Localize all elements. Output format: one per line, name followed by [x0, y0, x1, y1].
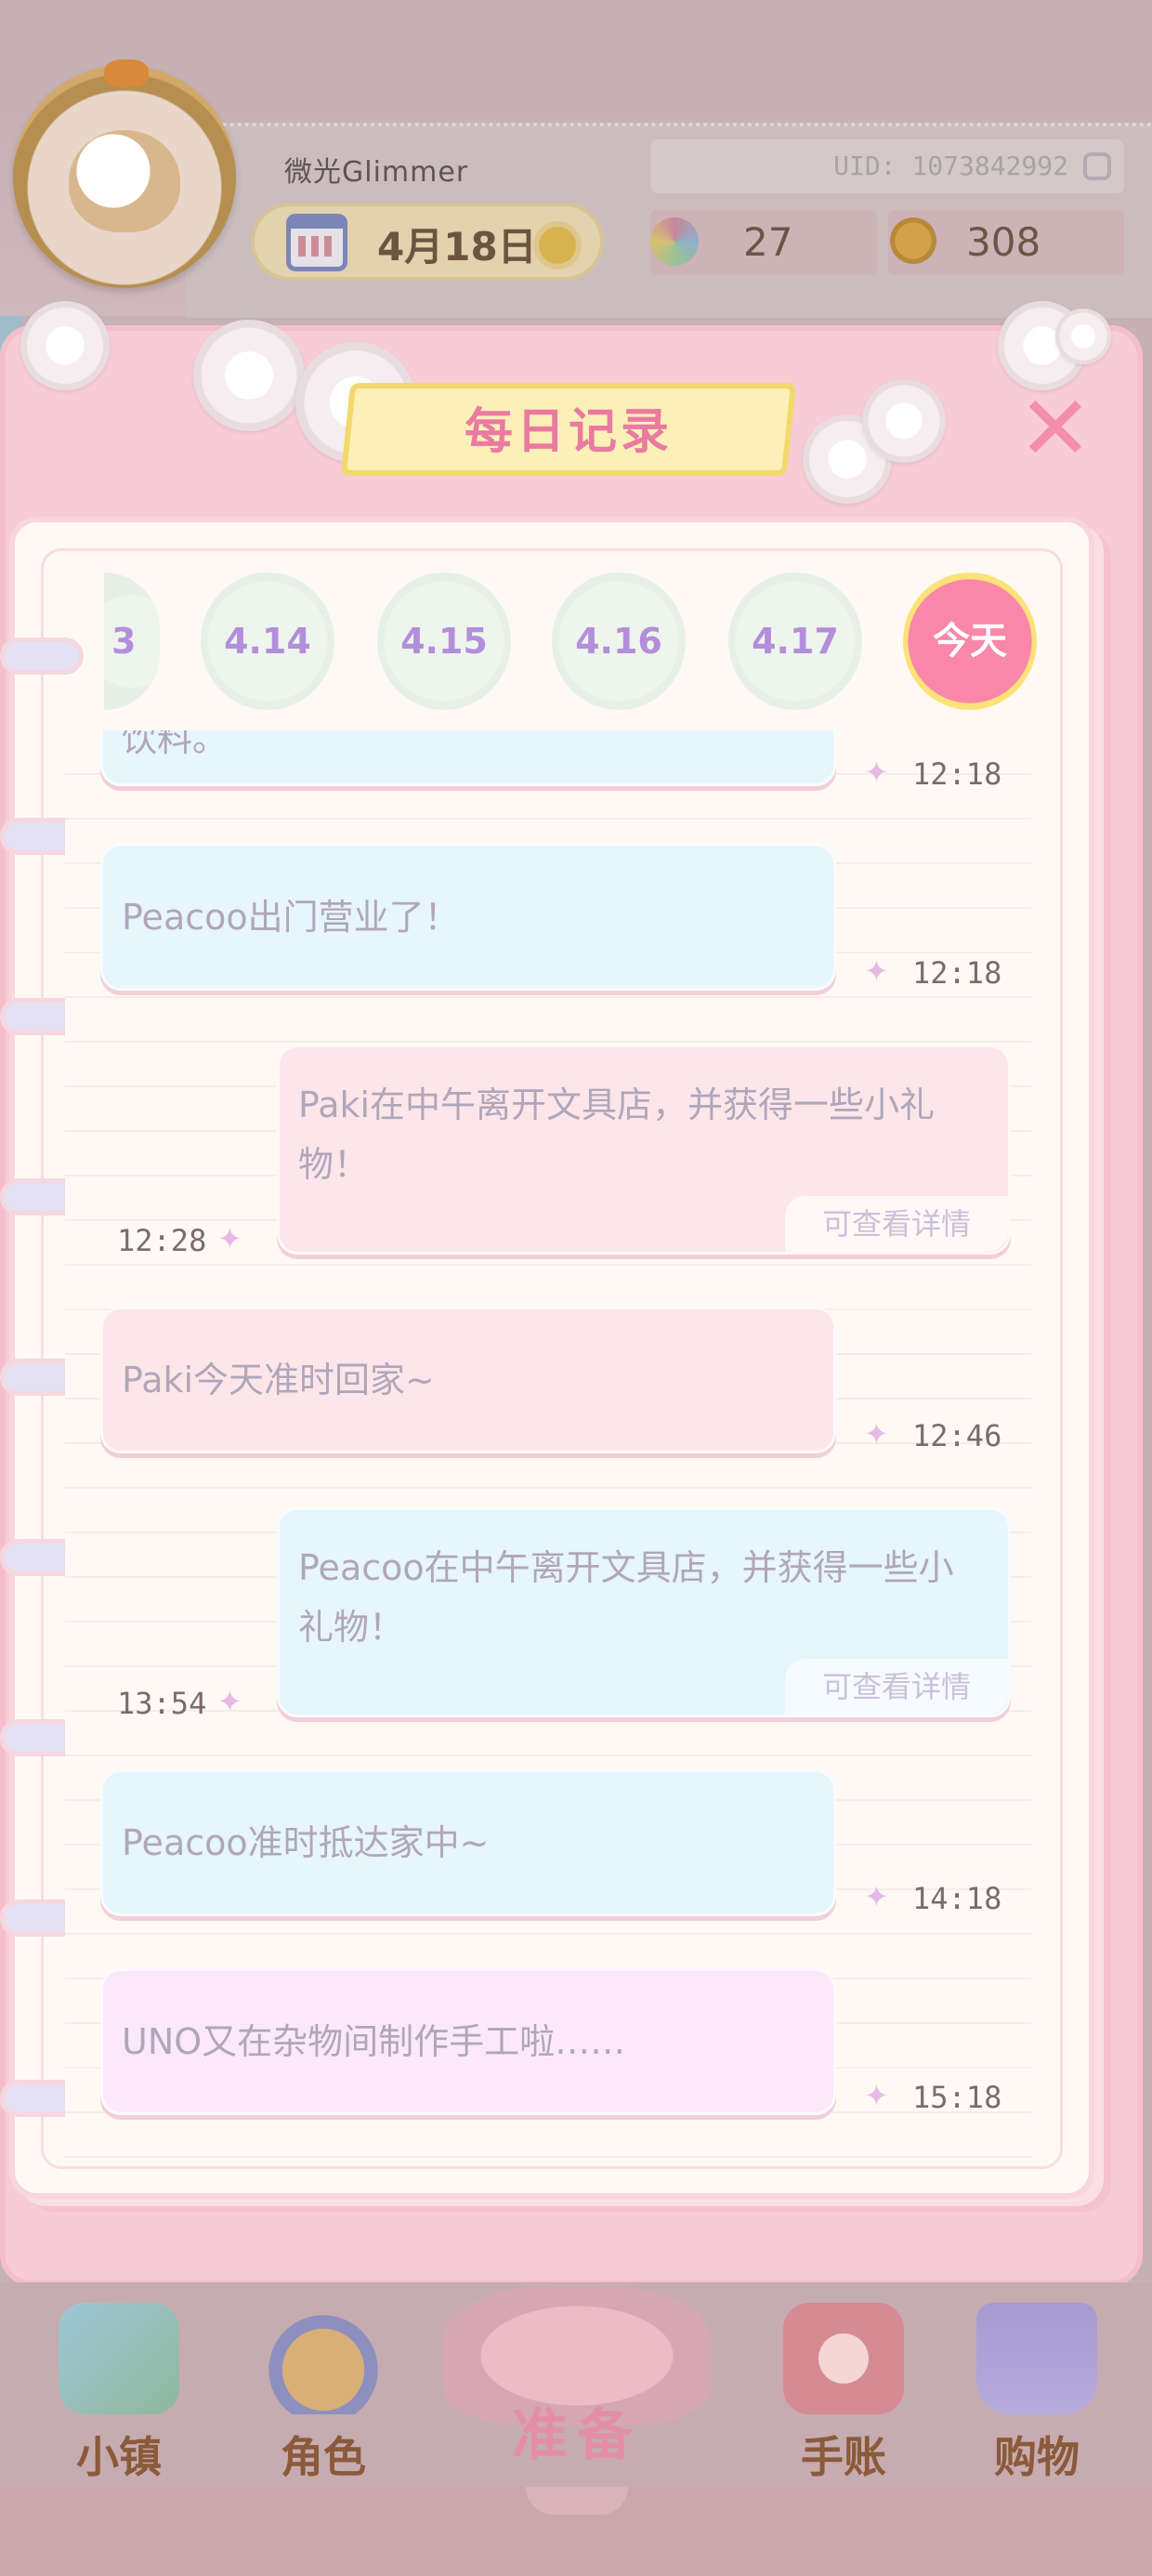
sparkle-icon: ✦: [864, 953, 889, 989]
log-entry: UNO又在杂物间制作手工啦……: [100, 1968, 836, 2115]
nav-town-label: 小镇: [76, 2432, 162, 2482]
character-icon: [263, 2303, 384, 2414]
rose-decoration-icon: [193, 320, 305, 431]
log-entry-time: 12:46: [912, 1418, 1002, 1453]
log-entry: Paki今天准时回家~: [100, 1307, 836, 1453]
nav-prepare-label: 准备: [512, 2403, 642, 2468]
log-entry: Peacoo准时抵达家中~: [100, 1769, 836, 1916]
date-tab-4-14[interactable]: 4.14: [201, 572, 334, 710]
log-entry-text-line2: 礼物！: [298, 1607, 405, 1648]
player-name: 微光Glimmer: [284, 156, 469, 189]
log-entry-time: 12:18: [912, 756, 1002, 792]
current-date: 4月18日: [377, 224, 537, 269]
log-list[interactable]: 饮料。 ✦ 12:18 Peacoo出门营业了！ ✦ 12:18 Paki在中午…: [65, 730, 1031, 2162]
log-entry-text: Peacoo出门营业了！: [122, 897, 460, 938]
log-entry-time: 12:18: [912, 955, 1002, 991]
log-entry-text-line1: Paki在中午离开文具店，并获得一些小礼: [298, 1084, 936, 1125]
log-entry: 饮料。: [100, 730, 836, 786]
flower-gem-icon: [650, 217, 699, 266]
log-entry-time: 12:28: [117, 1223, 207, 1258]
log-entry-expandable[interactable]: Peacoo在中午离开文具店，并获得一些小 礼物！ 可查看详情: [277, 1507, 1011, 1717]
view-details-link[interactable]: 可查看详情: [785, 1196, 1008, 1252]
view-details-link[interactable]: 可查看详情: [785, 1659, 1008, 1715]
nav-character-label: 角色: [281, 2432, 366, 2482]
uid-box: UID: 1073842992: [650, 139, 1124, 193]
sparkle-icon: ✦: [864, 755, 889, 790]
nav-shop[interactable]: 购物: [953, 2303, 1120, 2489]
log-entry-text: 饮料。: [122, 730, 229, 759]
sparkle-icon: ✦: [864, 1416, 889, 1452]
sun-icon: [539, 227, 576, 264]
nav-town[interactable]: 小镇: [35, 2303, 203, 2489]
date-tab-4-15[interactable]: 4.15: [377, 572, 511, 710]
shopping-bag-icon: [976, 2303, 1097, 2414]
nav-journal-label: 手账: [801, 2432, 886, 2482]
date-pill[interactable]: 4月18日: [251, 203, 604, 281]
bottom-handle: [526, 2487, 628, 2515]
log-entry-text: Paki今天准时回家~: [122, 1360, 435, 1400]
coin-counter[interactable]: 308: [888, 210, 1124, 275]
uid-text: UID: 1073842992: [833, 151, 1068, 181]
gem-counter[interactable]: 27: [650, 210, 877, 275]
log-entry-text-line1: Peacoo在中午离开文具店，并获得一些小: [298, 1547, 954, 1588]
log-entry-text-line2: 物！: [298, 1144, 370, 1185]
rose-decoration-icon: [862, 379, 946, 463]
log-entry-expandable[interactable]: Paki在中午离开文具店，并获得一些小礼 物！ 可查看详情: [277, 1045, 1011, 1255]
journal-book-icon: [783, 2303, 904, 2414]
copy-icon[interactable]: [1083, 152, 1111, 180]
coin-icon: [890, 217, 936, 264]
nav-character[interactable]: 角色: [240, 2303, 407, 2489]
close-button[interactable]: ✕: [1015, 384, 1096, 473]
date-tab-4-16[interactable]: 4.16: [552, 572, 686, 710]
player-avatar[interactable]: [13, 59, 236, 288]
panel-title: 每日记录: [464, 404, 673, 460]
date-tab-4-17[interactable]: 4.17: [728, 572, 862, 710]
sparkle-icon: ✦: [217, 1684, 242, 1719]
date-tab-today[interactable]: 今天: [903, 572, 1037, 710]
log-entry-text: Peacoo准时抵达家中~: [122, 1822, 490, 1863]
sparkle-icon: ✦: [864, 2078, 889, 2113]
pet-portrait-icon: [69, 130, 180, 232]
rose-decoration-icon: [20, 301, 110, 390]
log-entry-text: UNO又在杂物间制作手工啦……: [122, 2021, 626, 2062]
rose-decoration-icon: [1055, 309, 1111, 364]
log-entry: Peacoo出门营业了！: [100, 844, 836, 991]
log-entry-time: 14:18: [912, 1881, 1002, 1916]
bow-icon: [104, 59, 149, 87]
nav-prepare[interactable]: 准备: [424, 2267, 730, 2481]
nav-shop-label: 购物: [994, 2432, 1080, 2482]
coin-value: 308: [966, 219, 1041, 265]
log-entry-time: 13:54: [117, 1686, 207, 1721]
map-icon: [59, 2303, 179, 2414]
sparkle-icon: ✦: [864, 1879, 889, 1914]
sparkle-icon: ✦: [217, 1221, 242, 1256]
gem-value: 27: [743, 219, 793, 265]
binder-ring: [0, 637, 84, 675]
log-entry-time: 15:18: [912, 2080, 1002, 2115]
nav-journal[interactable]: 手账: [760, 2303, 927, 2489]
calendar-icon: [286, 214, 347, 271]
